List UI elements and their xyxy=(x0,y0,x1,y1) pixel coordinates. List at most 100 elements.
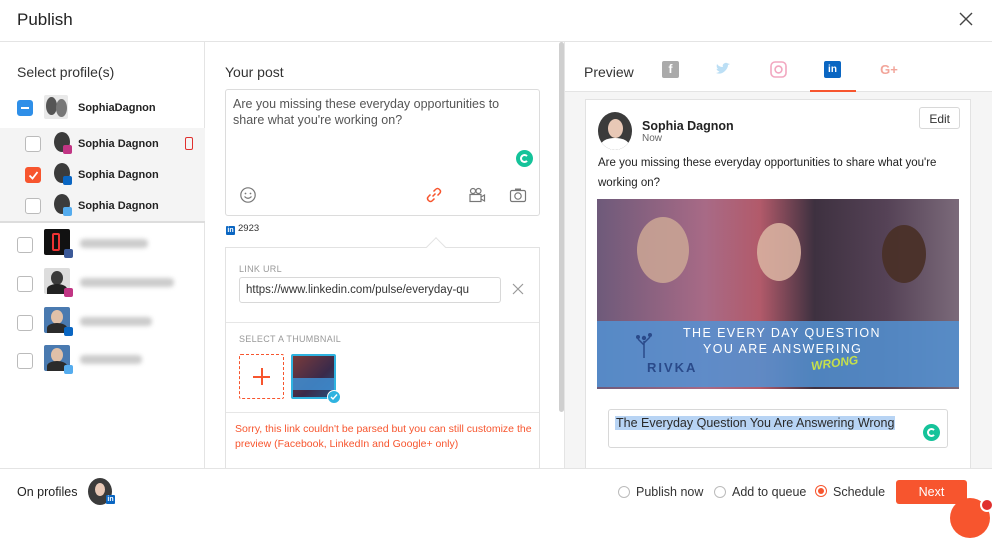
post-label: Your post xyxy=(225,64,284,80)
profile-checkbox[interactable] xyxy=(17,315,33,331)
twitter-icon xyxy=(63,207,72,216)
profile-checkbox[interactable] xyxy=(17,353,33,369)
image-brand: RIVKA xyxy=(647,360,698,375)
avatar xyxy=(598,112,632,150)
linkedin-icon: in xyxy=(226,226,235,235)
profile-name: Sophia Dagnon xyxy=(78,200,159,212)
post-panel: Your post Are you missing these everyday… xyxy=(205,42,560,468)
profile-row-instagram[interactable]: Sophia Dagnon xyxy=(0,128,205,159)
divider xyxy=(226,322,539,323)
facebook-icon: f xyxy=(662,61,679,78)
profile-checkbox[interactable] xyxy=(25,198,41,214)
notification-badge xyxy=(980,498,992,512)
linkedin-icon: in xyxy=(824,61,841,78)
photo-person xyxy=(882,225,926,283)
publish-now-radio[interactable] xyxy=(618,486,630,498)
tab-linkedin[interactable]: in xyxy=(810,58,856,92)
profile-checkbox[interactable] xyxy=(25,167,41,183)
mobile-phone-icon xyxy=(185,137,193,150)
photo-person xyxy=(637,217,689,283)
blurred-name xyxy=(80,239,148,248)
link-title-text[interactable]: The Everyday Question You Are Answering … xyxy=(615,416,896,430)
profile-checkbox[interactable] xyxy=(17,237,33,253)
profile-name: Sophia Dagnon xyxy=(78,138,159,150)
grammarly-icon[interactable] xyxy=(516,150,533,167)
instagram-icon xyxy=(770,61,787,78)
publish-header: Publish xyxy=(0,0,992,42)
tab-google-plus[interactable]: G+ xyxy=(865,58,911,92)
profile-row-blurred[interactable] xyxy=(0,345,205,376)
profile-group-row[interactable]: SophiaDagnon xyxy=(0,92,205,123)
link-parse-error: Sorry, this link couldn't be parsed but … xyxy=(235,423,532,450)
blurred-name xyxy=(80,317,152,326)
publish-now-label[interactable]: Publish now xyxy=(636,485,703,499)
tab-twitter[interactable] xyxy=(700,58,746,92)
add-to-queue-radio[interactable] xyxy=(714,486,726,498)
blurred-name xyxy=(80,355,142,364)
edit-button[interactable]: Edit xyxy=(919,107,960,129)
profile-checkbox[interactable] xyxy=(25,136,41,152)
linkedin-icon: in xyxy=(106,495,115,504)
profile-name: Sophia Dagnon xyxy=(78,169,159,181)
close-icon[interactable] xyxy=(958,11,974,27)
divider xyxy=(226,412,539,413)
add-thumbnail-button[interactable] xyxy=(239,354,284,399)
schedule-radio[interactable] xyxy=(815,485,827,497)
clear-url-icon[interactable] xyxy=(511,282,525,296)
profile-checkbox[interactable] xyxy=(17,276,33,292)
twitter-icon xyxy=(716,62,730,74)
tab-facebook[interactable]: f xyxy=(648,58,694,92)
preview-panel: Preview f in G+ Sophia Dagnon Now Edit A… xyxy=(564,42,992,468)
footer-bar: On profiles in Publish now Add to queue … xyxy=(0,468,992,512)
group-checkbox[interactable] xyxy=(17,100,33,116)
preview-tabbar: Preview f in G+ xyxy=(565,42,992,92)
twitter-icon xyxy=(64,365,73,374)
linkedin-icon xyxy=(63,176,72,185)
linkedin-preview-card: Sophia Dagnon Now Edit Are you missing t… xyxy=(585,99,971,468)
image-text-line2: YOU ARE ANSWERING xyxy=(703,342,863,356)
tree-logo-icon xyxy=(636,333,652,358)
link-icon[interactable] xyxy=(425,186,443,204)
link-preview-image: THE EVERY DAY QUESTION YOU ARE ANSWERING… xyxy=(597,199,959,389)
tab-instagram[interactable] xyxy=(756,58,802,92)
dialog-title: Publish xyxy=(17,10,73,29)
on-profiles-label: On profiles xyxy=(17,485,78,499)
profiles-panel: Select profile(s) SophiaDagnon Sophia Da… xyxy=(0,42,205,468)
profile-row-twitter[interactable]: Sophia Dagnon xyxy=(0,190,205,223)
preview-label: Preview xyxy=(584,64,634,80)
preview-user-name: Sophia Dagnon xyxy=(642,119,734,133)
thumbnail-label: SELECT A THUMBNAIL xyxy=(239,334,342,344)
group-avatar xyxy=(44,95,68,119)
profile-row-linkedin[interactable]: Sophia Dagnon xyxy=(0,159,205,190)
profiles-label: Select profile(s) xyxy=(17,64,115,80)
link-url-input[interactable]: https://www.linkedin.com/pulse/everyday-… xyxy=(239,277,501,303)
image-text-line1: THE EVERY DAY QUESTION xyxy=(683,326,881,340)
video-icon[interactable] xyxy=(468,186,486,204)
selected-check-icon xyxy=(327,390,341,404)
post-text[interactable]: Are you missing these everyday opportuni… xyxy=(233,96,533,128)
thumbnail-option[interactable] xyxy=(291,354,341,404)
google-plus-icon: G+ xyxy=(880,62,898,77)
add-to-queue-label[interactable]: Add to queue xyxy=(732,485,806,499)
profile-row-blurred[interactable] xyxy=(0,307,205,338)
profile-row-blurred[interactable] xyxy=(0,229,205,260)
instagram-icon xyxy=(64,288,73,297)
blurred-name xyxy=(80,278,174,287)
facebook-icon xyxy=(64,249,73,258)
post-textarea[interactable]: Are you missing these everyday opportuni… xyxy=(225,89,540,216)
profile-row-blurred[interactable] xyxy=(0,268,205,299)
char-counter: in 2923 xyxy=(226,223,259,235)
linkedin-icon xyxy=(64,327,73,336)
next-button[interactable]: Next xyxy=(896,480,967,504)
instagram-icon xyxy=(63,145,72,154)
camera-icon[interactable] xyxy=(509,186,527,204)
schedule-label[interactable]: Schedule xyxy=(833,485,885,499)
emoji-icon[interactable] xyxy=(239,186,257,204)
link-title-input[interactable]: The Everyday Question You Are Answering … xyxy=(608,409,948,448)
group-name: SophiaDagnon xyxy=(78,102,156,114)
photo-person xyxy=(757,223,801,281)
caret xyxy=(426,237,446,257)
grammarly-icon[interactable] xyxy=(923,424,940,441)
preview-timestamp: Now xyxy=(642,133,663,144)
preview-text: Are you missing these everyday opportuni… xyxy=(598,157,937,189)
